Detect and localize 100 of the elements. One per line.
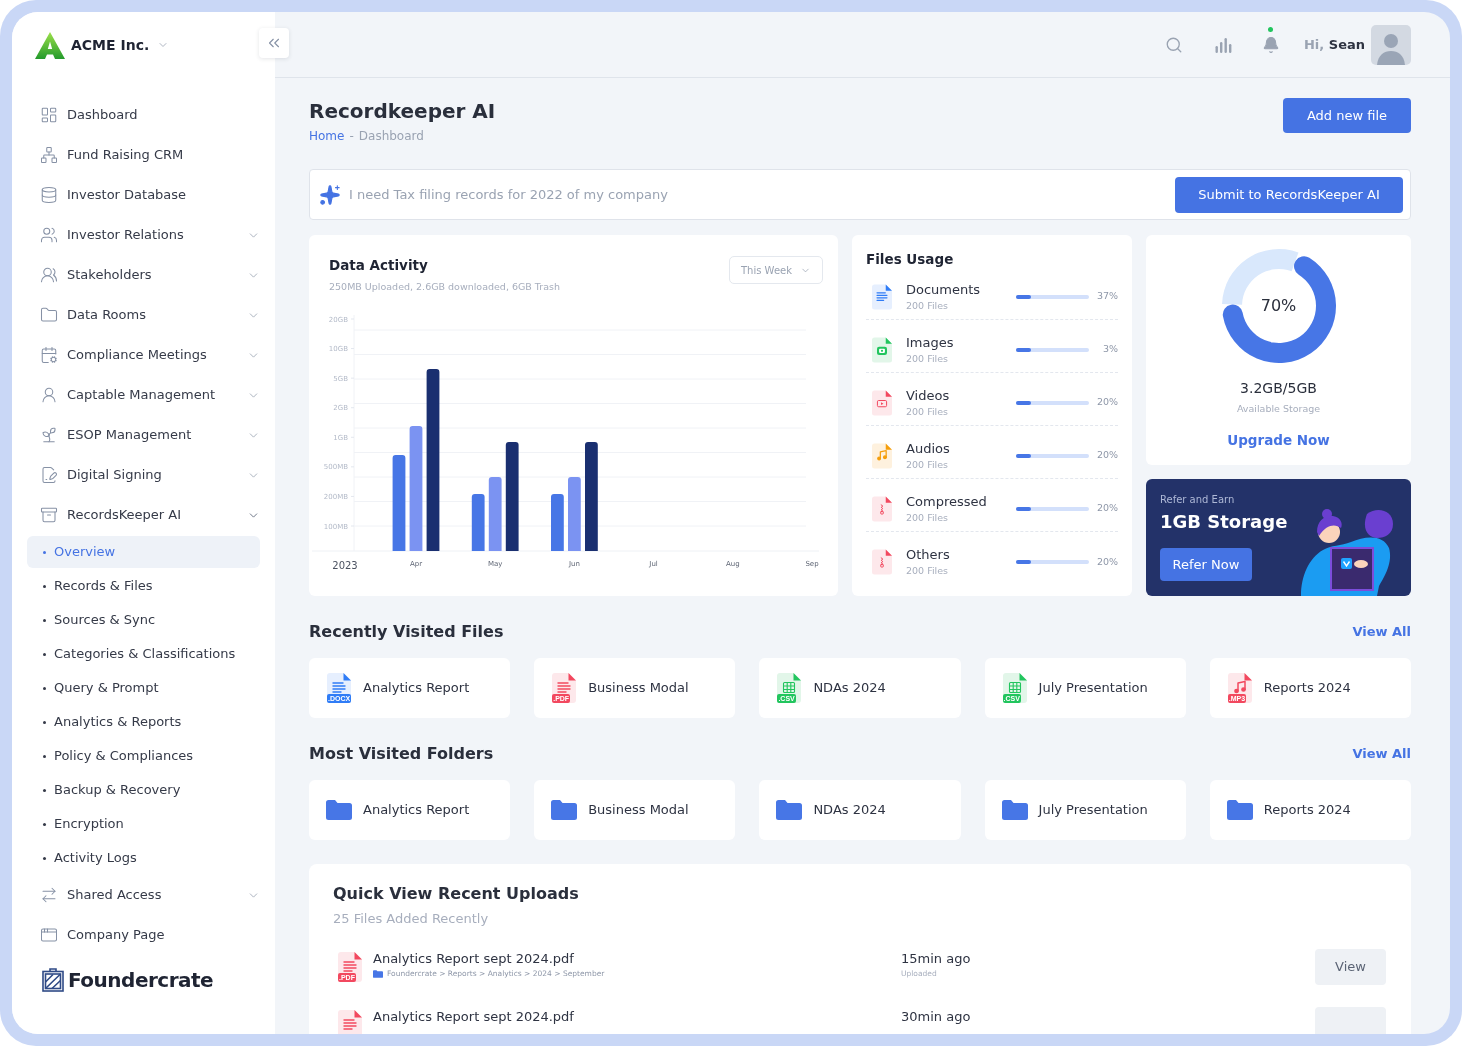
swap-arrows-icon — [40, 886, 58, 904]
card-title: Data Activity — [329, 256, 429, 274]
nav-item[interactable]: Investor Relations — [27, 215, 260, 255]
file-category: Audios — [906, 440, 950, 457]
person-icon — [40, 386, 58, 404]
nav-item[interactable]: RecordsKeeper AI — [27, 495, 260, 535]
file-category: Others — [906, 547, 950, 563]
bullet-icon — [43, 822, 46, 826]
file-name: Analytics Report sept 2024.pdf — [373, 950, 574, 967]
file-pen-icon — [40, 466, 58, 484]
bullet-icon — [43, 618, 46, 622]
brand-logo-text: Foundercrate — [68, 968, 214, 992]
usage-percent: 20% — [1095, 448, 1118, 463]
upload-time: 15min ago — [901, 950, 971, 967]
nav-item[interactable]: Shared Access — [27, 875, 260, 915]
bullet-icon — [43, 584, 46, 588]
file-category: Compressed — [906, 493, 987, 510]
referral-title: 1GB Storage — [1160, 510, 1288, 534]
nav-item[interactable]: ESOP Management — [27, 415, 260, 455]
breadcrumb-link[interactable]: Home — [309, 127, 345, 145]
nav-item[interactable]: Compliance Meetings — [27, 335, 260, 375]
referral-eyebrow: Refer and Earn — [1160, 493, 1235, 507]
video-file-icon — [872, 389, 892, 416]
nav-item[interactable]: Company Page — [27, 915, 260, 955]
view-all-link[interactable]: View All — [1352, 622, 1411, 642]
folder-card[interactable]: July Presentation — [984, 780, 1186, 840]
submit-button[interactable]: Submit to RecordsKeeper AI — [1175, 176, 1403, 213]
people-icon — [40, 226, 58, 244]
storage-amount: 3.2GB/5GB — [1240, 379, 1317, 398]
folder-card[interactable]: Business Modal — [534, 780, 736, 840]
folder-icon — [1001, 800, 1028, 820]
upgrade-link[interactable]: Upgrade Now — [1227, 431, 1330, 449]
folder-icon — [551, 800, 578, 820]
folder-icon — [326, 800, 352, 820]
nav-subitem[interactable]: Encryption — [27, 808, 260, 840]
bell-icon[interactable] — [1261, 35, 1280, 54]
file-count: 200 Files — [906, 352, 949, 365]
collapse-sidebar-button[interactable] — [259, 28, 289, 58]
sparkles-icon — [319, 183, 341, 206]
add-file-button[interactable]: Add new file — [1283, 98, 1411, 133]
sprout-icon — [40, 426, 58, 444]
file-count: 200 Files — [906, 299, 949, 312]
nav-subitem[interactable]: Overview — [27, 536, 260, 568]
nav-subitem[interactable]: Records & Files — [27, 570, 260, 602]
nav-subitem[interactable]: Policy & Compliances — [27, 740, 260, 772]
storage-caption: Available Storage — [1236, 402, 1321, 416]
prompt-input[interactable]: I need Tax filing records for 2022 of my company — [349, 179, 1175, 210]
nav-item[interactable]: Fund Raising CRM — [27, 135, 260, 175]
image-file-icon — [872, 336, 892, 363]
view-button[interactable]: View — [1315, 949, 1386, 985]
search-icon[interactable] — [1164, 35, 1183, 54]
refer-now-button[interactable]: Refer Now — [1160, 548, 1252, 581]
crate-logo-icon — [42, 968, 64, 992]
bar-chart-icon[interactable] — [1213, 35, 1232, 54]
nav-subitem[interactable]: Analytics & Reports — [27, 706, 260, 738]
archive-icon — [40, 506, 58, 524]
file-category: Images — [906, 334, 954, 351]
page-title: Recordkeeper AI — [309, 98, 496, 124]
nav-subitem[interactable]: Query & Prompt — [27, 672, 260, 704]
folder-card[interactable]: Reports 2024 — [1209, 780, 1411, 840]
nav-subitem[interactable]: Sources & Sync — [27, 604, 260, 636]
file-count: 200 Files — [906, 405, 949, 418]
database-icon — [40, 186, 58, 204]
folder-icon — [373, 970, 383, 978]
breadcrumb-separator: - — [349, 128, 354, 145]
nav-item[interactable]: Captable Management — [27, 375, 260, 415]
nav-item[interactable]: Digital Signing — [27, 455, 260, 495]
usage-percent: 37% — [1095, 289, 1118, 304]
zip-file-icon — [872, 549, 892, 575]
section-title: Quick View Recent Uploads — [333, 883, 580, 905]
card-title: Files Usage — [866, 251, 955, 267]
nav-subitem[interactable]: Categories & Classifications — [27, 638, 260, 670]
layout-icon — [40, 106, 58, 124]
prompt-field[interactable]: I need Tax filing records for 2022 of my company Submit to RecordsKeeper AI — [309, 169, 1411, 220]
card-subtitle: 250MB Uploaded, 2.6GB downloaded, 6GB Trash — [329, 280, 560, 294]
section-title: Most Visited Folders — [309, 743, 494, 765]
nav-item[interactable]: Investor Database — [27, 175, 260, 215]
calendar-gear-icon — [40, 346, 58, 364]
bullet-icon — [43, 856, 46, 860]
file-count: 200 Files — [906, 458, 949, 471]
nav-item[interactable]: Dashboard — [27, 95, 260, 135]
people-icon — [40, 266, 58, 284]
folder-icon — [1226, 800, 1253, 820]
avatar-icon[interactable] — [1371, 24, 1411, 65]
file-count: 200 Files — [906, 511, 949, 524]
zip-file-icon — [872, 495, 892, 522]
upload-time: 30min ago — [901, 1008, 971, 1025]
nav-subitem[interactable]: Activity Logs — [27, 842, 260, 874]
nav-item[interactable]: Data Rooms — [27, 295, 260, 335]
folder-card[interactable]: Analytics Report — [309, 780, 511, 840]
nav-item[interactable]: Stakeholders — [27, 255, 260, 295]
bullet-icon — [43, 720, 46, 724]
nav-subitem[interactable]: Backup & Recovery — [27, 774, 260, 806]
company-switcher[interactable]: ACME Inc. — [35, 30, 170, 60]
file-category: Videos — [906, 387, 950, 404]
folder-card[interactable]: NDAs 2024 — [759, 780, 961, 840]
usage-percent: 20% — [1095, 395, 1118, 410]
bullet-icon — [43, 652, 46, 656]
view-all-link[interactable]: View All — [1352, 744, 1411, 764]
triangle-logo-icon — [35, 31, 65, 59]
